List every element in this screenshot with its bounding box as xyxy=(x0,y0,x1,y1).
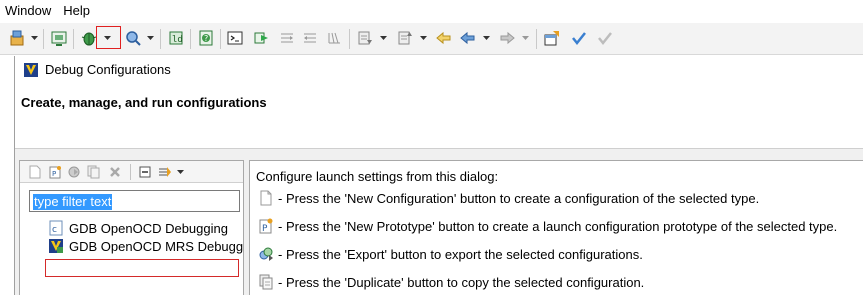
step-over-icon[interactable] xyxy=(278,29,296,47)
toolbar-separator xyxy=(536,29,537,49)
last-edit-location-icon[interactable] xyxy=(435,29,453,47)
toolbar-separator xyxy=(190,29,191,49)
search-icon[interactable] xyxy=(124,29,142,47)
step-return-icon[interactable] xyxy=(301,29,319,47)
toolbar-separator xyxy=(220,29,221,49)
step-into-icon[interactable] xyxy=(252,29,270,47)
collapse-all-icon[interactable] xyxy=(137,164,153,180)
launch-settings-header: Configure launch settings from this dial… xyxy=(256,169,499,184)
svg-text:?: ? xyxy=(204,34,208,43)
forward-icon[interactable] xyxy=(498,29,516,47)
mrs-debug-icon xyxy=(49,239,63,253)
build-icon[interactable]: ld xyxy=(167,29,185,47)
dialog-title: Debug Configurations xyxy=(45,62,171,77)
svg-text:ld: ld xyxy=(172,35,183,45)
filter-menu-chevron-icon[interactable] xyxy=(175,164,185,180)
instruction-duplicate: - Press the 'Duplicate' button to copy t… xyxy=(258,273,644,291)
new-configuration-icon xyxy=(260,190,272,206)
highlight-box xyxy=(45,259,239,277)
tree-toolbar: P xyxy=(20,161,243,183)
chevron-down-icon[interactable] xyxy=(379,32,388,44)
tree-item-label: GDB OpenOCD Debugging xyxy=(69,220,228,236)
checkmark-icon[interactable] xyxy=(570,29,588,47)
console-icon[interactable] xyxy=(226,29,244,47)
tree-item-gdb-openocd-mrs-debugging[interactable]: GDB OpenOCD MRS Debugg xyxy=(48,237,243,255)
tree-item-gdb-openocd-debugging[interactable]: c GDB OpenOCD Debugging xyxy=(48,219,228,237)
toolbar-separator xyxy=(73,29,74,49)
next-annotation-icon[interactable] xyxy=(356,29,374,47)
checkmark-disabled-icon[interactable] xyxy=(596,29,614,47)
dialog-titlebar: Debug Configurations xyxy=(15,56,863,83)
toolbar-separator xyxy=(130,164,131,180)
svg-text:P: P xyxy=(52,170,56,178)
svg-text:P: P xyxy=(262,224,268,234)
highlight-box xyxy=(96,26,121,49)
instruction-new-configuration: - Press the 'New Configuration' button t… xyxy=(258,189,759,207)
toolbar-separator xyxy=(43,29,44,49)
export-icon[interactable] xyxy=(66,164,82,180)
instruction-text: - Press the 'Export' button to export th… xyxy=(278,246,643,262)
export-icon xyxy=(259,247,273,261)
c-file-icon: c xyxy=(49,220,63,236)
menu-bar: Window Help xyxy=(0,0,863,22)
chevron-down-icon[interactable] xyxy=(482,32,491,44)
menu-window[interactable]: Window xyxy=(0,0,57,22)
help-icon[interactable]: ? xyxy=(197,29,215,47)
configurations-tree-pane: P type filter text c GDB OpenOCD Debuggi… xyxy=(19,160,244,295)
delete-icon[interactable] xyxy=(107,164,123,180)
banner-title: Create, manage, and run configurations xyxy=(21,95,267,110)
chevron-down-icon[interactable] xyxy=(419,32,428,44)
new-prototype-icon[interactable]: P xyxy=(47,164,63,180)
previous-annotation-icon[interactable] xyxy=(396,29,414,47)
duplicate-icon xyxy=(259,274,273,290)
terminal-icon[interactable] xyxy=(50,29,68,47)
back-icon[interactable] xyxy=(459,29,477,47)
filter-icon[interactable] xyxy=(157,164,173,180)
toolbar-separator xyxy=(160,29,161,49)
duplicate-icon[interactable] xyxy=(86,164,102,180)
instruction-text: - Press the 'Duplicate' button to copy t… xyxy=(278,274,645,290)
instruction-text: - Press the 'New Configuration' button t… xyxy=(278,190,760,206)
dialog-app-icon xyxy=(24,62,38,77)
instruction-new-prototype: P - Press the 'New Prototype' button to … xyxy=(258,217,837,235)
chevron-down-icon[interactable] xyxy=(521,32,530,44)
toolbar-separator xyxy=(349,29,350,49)
drop-to-frame-icon[interactable] xyxy=(325,29,343,47)
chevron-down-icon[interactable] xyxy=(146,32,155,44)
filter-input[interactable]: type filter text xyxy=(29,190,240,212)
chevron-down-icon[interactable] xyxy=(30,32,39,44)
svg-text:c: c xyxy=(52,225,57,235)
debug-configurations-dialog: Debug Configurations Create, manage, and… xyxy=(14,56,863,295)
new-prototype-icon: P xyxy=(259,218,273,234)
new-configuration-icon[interactable] xyxy=(27,164,43,180)
dialog-content: P type filter text c GDB OpenOCD Debuggi… xyxy=(15,149,863,295)
instruction-export: - Press the 'Export' button to export th… xyxy=(258,245,643,263)
dialog-banner: Create, manage, and run configurations xyxy=(15,83,863,149)
tree-item-label: GDB OpenOCD MRS Debugg xyxy=(69,238,244,254)
open-perspective-icon[interactable] xyxy=(543,29,561,47)
menu-help[interactable]: Help xyxy=(57,0,96,22)
main-toolbar: ld ? xyxy=(0,23,863,55)
save-all-icon[interactable] xyxy=(8,29,26,47)
filter-input-text[interactable]: type filter text xyxy=(33,194,113,210)
instruction-text: - Press the 'New Prototype' button to cr… xyxy=(278,218,838,234)
launch-settings-pane: Configure launch settings from this dial… xyxy=(249,160,863,295)
